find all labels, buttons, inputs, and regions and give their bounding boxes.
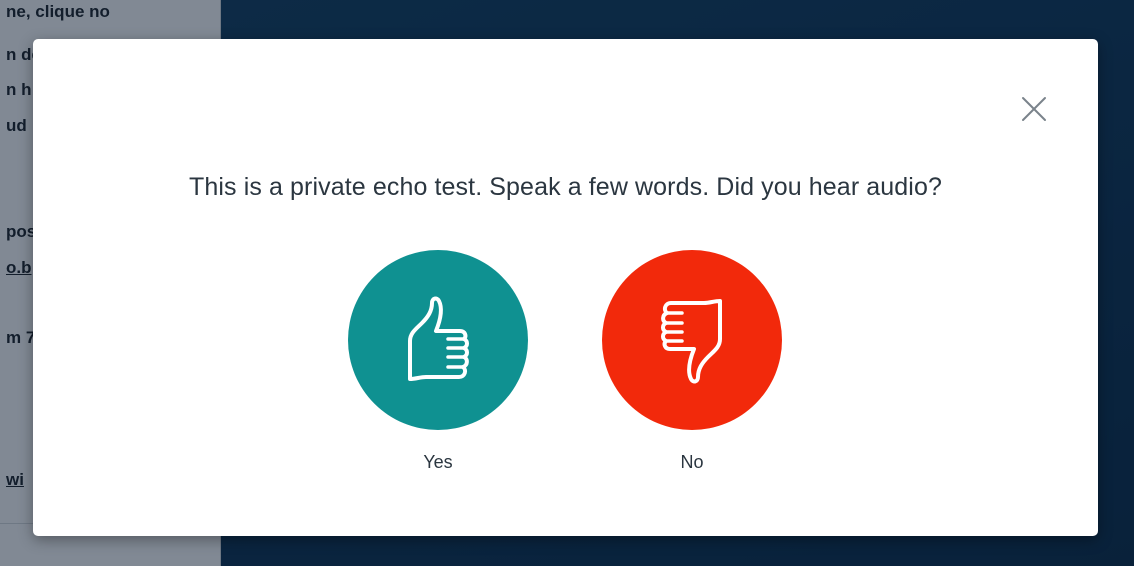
close-button[interactable] <box>1018 93 1050 125</box>
no-label: No <box>680 452 704 472</box>
yes-choice: Yes <box>348 250 528 473</box>
yes-label: Yes <box>423 452 453 472</box>
no-button[interactable] <box>602 250 782 430</box>
thumbs-down-icon <box>661 299 722 384</box>
yes-button[interactable] <box>348 250 528 430</box>
close-icon <box>1022 97 1046 121</box>
echo-test-modal: This is a private echo test. Speak a few… <box>33 39 1098 536</box>
no-choice: No <box>602 250 782 473</box>
thumbs-up-icon <box>408 296 469 381</box>
app-window: ne, clique no n de n h ud pos o.b m 7 wi… <box>0 0 1134 566</box>
echo-test-prompt: This is a private echo test. Speak a few… <box>189 173 942 201</box>
